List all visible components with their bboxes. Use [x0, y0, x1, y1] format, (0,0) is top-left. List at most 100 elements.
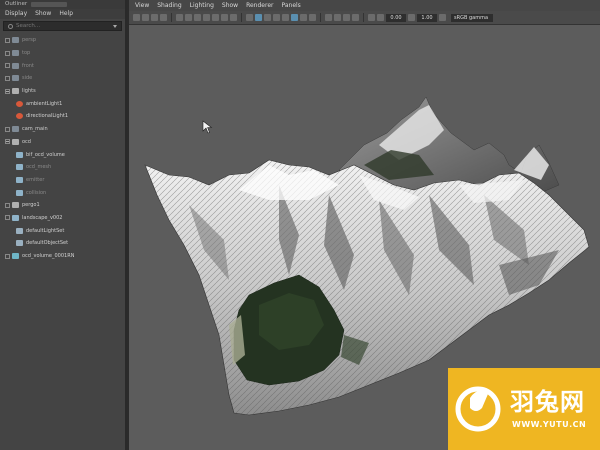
viewport-menu-shading[interactable]: Shading	[157, 0, 181, 11]
outliner-item-emitter[interactable]: emitter	[0, 174, 125, 187]
film-gate-icon[interactable]	[185, 14, 192, 21]
outliner-item-ambientlight1[interactable]: ambientLight1	[0, 97, 125, 110]
motion-blur-icon[interactable]	[334, 14, 341, 21]
depth-of-field-icon[interactable]	[352, 14, 359, 21]
field-chart-icon[interactable]	[212, 14, 219, 21]
outliner-item-label: bif_ocd_volume	[26, 151, 65, 158]
wireframe-on-shaded-icon[interactable]	[264, 14, 271, 21]
camera-attributes-icon[interactable]	[142, 14, 149, 21]
outliner-item-collision[interactable]: collision	[0, 186, 125, 199]
outliner-item-label: defaultObjectSet	[26, 240, 69, 247]
grid-icon[interactable]	[176, 14, 183, 21]
outliner-panel: Outliner Display Show Help Search... per…	[0, 0, 127, 450]
outliner-item-label: ocd	[22, 138, 31, 145]
group-icon	[12, 88, 19, 95]
viewport-menu-show[interactable]: Show	[222, 0, 238, 11]
outliner-item-ocd-volume-0001rn[interactable]: ocd_volume_0001RN	[0, 250, 125, 263]
outliner-item-directionallight1[interactable]: directionalLight1	[0, 110, 125, 123]
group-icon	[12, 138, 19, 145]
safe-action-icon[interactable]	[221, 14, 228, 21]
outliner-search-input[interactable]: Search...	[3, 21, 122, 31]
lights-icon[interactable]	[300, 14, 307, 21]
gamma-icon[interactable]	[408, 14, 415, 21]
rabbit-logo-icon	[455, 386, 501, 432]
outliner-item-front[interactable]: front	[0, 59, 125, 72]
outliner-item-defaultlightset[interactable]: defaultLightSet	[0, 224, 125, 237]
outliner-title: Outliner	[5, 1, 28, 7]
outliner-item-label: pergo1	[22, 202, 40, 209]
expand-icon[interactable]	[5, 126, 10, 132]
outliner-item-lights[interactable]: lights	[0, 85, 125, 98]
camera-icon	[12, 75, 19, 82]
gate-mask-icon[interactable]	[203, 14, 210, 21]
outliner-item-label: lights	[22, 88, 36, 95]
collapse-icon[interactable]	[5, 88, 10, 94]
color-management-icon[interactable]	[439, 14, 446, 21]
outliner-menubar: Display Show Help	[0, 9, 125, 19]
outliner-item-persp[interactable]: persp	[0, 34, 125, 47]
xray-icon[interactable]	[273, 14, 280, 21]
outliner-item-label: emitter	[26, 176, 45, 183]
gamma-field[interactable]: 1.00	[417, 13, 437, 22]
safe-title-icon[interactable]	[230, 14, 237, 21]
outliner-item-label: collision	[26, 189, 47, 196]
watermark-badge: 羽兔网 WWW.YUTU.CN	[448, 368, 600, 450]
viewport-menu-panels[interactable]: Panels	[281, 0, 300, 11]
chevron-down-icon[interactable]	[113, 24, 117, 28]
ambient-occlusion-icon[interactable]	[325, 14, 332, 21]
search-icon	[8, 23, 13, 29]
outliner-item-label: ocd_mesh	[26, 164, 52, 171]
image-plane-icon[interactable]	[160, 14, 167, 21]
outliner-menu-show[interactable]: Show	[35, 9, 51, 19]
collapse-icon[interactable]	[5, 139, 10, 145]
expand-icon[interactable]	[5, 253, 10, 259]
xray-joints-icon[interactable]	[282, 14, 289, 21]
color-space-dropdown[interactable]: sRGB gamma	[451, 13, 493, 22]
viewport-menu-lighting[interactable]: Lighting	[190, 0, 214, 11]
wireframe-icon[interactable]	[246, 14, 253, 21]
viewport-menubar: View Shading Lighting Show Renderer Pane…	[129, 0, 600, 11]
outliner-menu-help[interactable]: Help	[59, 9, 73, 19]
shadows-icon[interactable]	[309, 14, 316, 21]
outliner-item-bif-ocd-volume[interactable]: bif_ocd_volume	[0, 148, 125, 161]
toolbar-separator	[241, 13, 242, 22]
light-icon	[16, 100, 23, 107]
outliner-item-landscape-v002[interactable]: landscape_v002	[0, 212, 125, 225]
watermark-brand-text: 羽兔网	[510, 388, 585, 416]
outliner-menu-display[interactable]: Display	[5, 9, 27, 19]
bookmark-icon[interactable]	[151, 14, 158, 21]
outliner-item-pergo1[interactable]: pergo1	[0, 199, 125, 212]
exposure-field[interactable]: 0.00	[386, 13, 406, 22]
expand-icon[interactable]	[5, 202, 10, 208]
outliner-item-label: side	[22, 75, 33, 82]
outliner-item-top[interactable]: top	[0, 47, 125, 60]
expand-icon[interactable]	[5, 75, 10, 81]
expand-icon[interactable]	[5, 63, 10, 69]
group-icon	[12, 202, 19, 209]
outliner-item-ocd-mesh[interactable]: ocd_mesh	[0, 161, 125, 174]
outliner-item-cam-main[interactable]: cam_main	[0, 123, 125, 136]
outliner-item-label: persp	[22, 37, 37, 44]
select-camera-icon[interactable]	[133, 14, 140, 21]
outliner-item-ocd[interactable]: ocd	[0, 136, 125, 149]
textured-icon[interactable]	[291, 14, 298, 21]
expand-icon[interactable]	[5, 37, 10, 43]
resolution-gate-icon[interactable]	[194, 14, 201, 21]
viewport-menu-renderer[interactable]: Renderer	[246, 0, 273, 11]
outliner-item-label: directionalLight1	[26, 113, 69, 120]
outliner-item-side[interactable]: side	[0, 72, 125, 85]
expand-icon[interactable]	[5, 215, 10, 221]
anti-aliasing-icon[interactable]	[343, 14, 350, 21]
outliner-item-label: front	[22, 62, 34, 69]
exposure-icon[interactable]	[377, 14, 384, 21]
isolate-select-icon[interactable]	[368, 14, 375, 21]
expand-icon[interactable]	[5, 50, 10, 56]
outliner-item-defaultobjectset[interactable]: defaultObjectSet	[0, 237, 125, 250]
smooth-shade-icon[interactable]	[255, 14, 262, 21]
viewport-toolbar: 0.00 1.00 sRGB gamma	[129, 11, 600, 25]
viewport-menu-view[interactable]: View	[135, 0, 149, 11]
